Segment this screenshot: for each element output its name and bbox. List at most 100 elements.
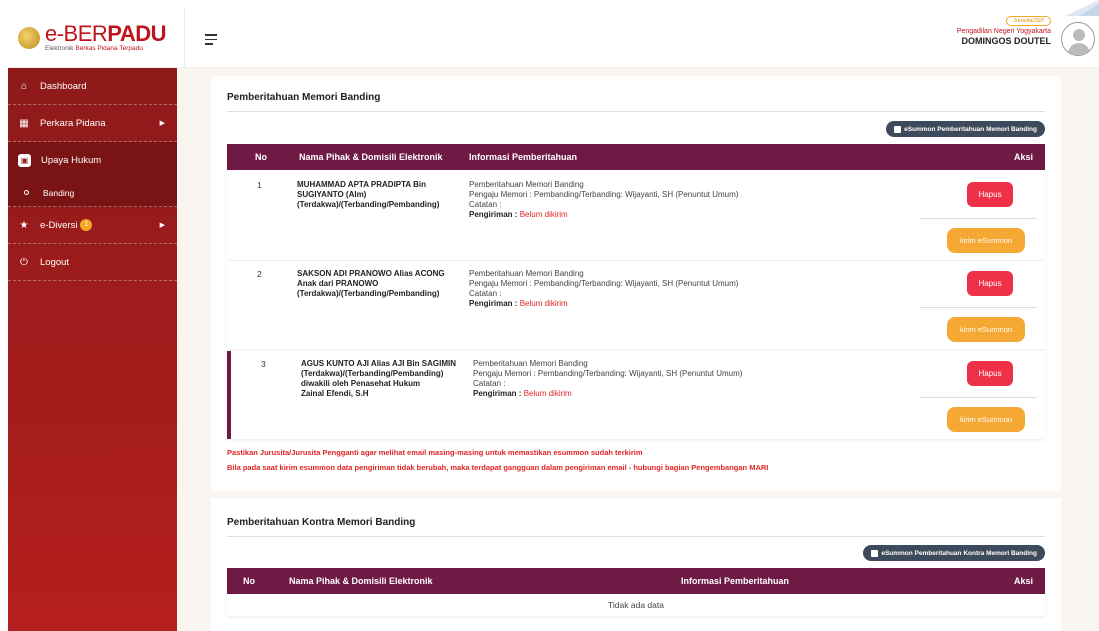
party-line: (Terdakwa)/(Terbanding/Pembanding) <box>297 200 440 209</box>
hapus-button[interactable]: Hapus <box>967 271 1013 296</box>
button-label: eSummon Pemberitahuan Kontra Memori Band… <box>881 549 1037 557</box>
role-badge: Jurusita/JSP <box>1006 16 1051 26</box>
kirim-esummon-button[interactable]: kirim eSummon <box>947 317 1025 342</box>
info-title: Pemberitahuan Memori Banding <box>469 180 584 189</box>
party-name: SAKSON ADI PRANOWO Alias ACONG Anak dari… <box>297 269 465 299</box>
party-line: Zainal Efendi, S.H <box>301 389 369 398</box>
divider <box>919 218 1037 219</box>
party-line: AGUS KUNTO AJI Alias AJI Bin SAGIMIN <box>301 359 456 368</box>
column-header: Nama Pihak & Domisili Elektronik <box>289 576 433 586</box>
info-title: Pemberitahuan Memori Banding <box>473 359 588 368</box>
section-title: Pemberitahuan Kontra Memori Banding <box>227 517 416 528</box>
divider <box>919 397 1037 398</box>
user-info[interactable]: Jurusita/JSP Pengadilan Negeri Yogyakart… <box>957 14 1051 46</box>
pengiriman-label: Pengiriman : <box>469 210 518 219</box>
court-name: Pengadilan Negeri Yogyakarta <box>956 28 1051 35</box>
info-catatan: Catatan : <box>469 289 502 298</box>
sidebar-item-label: Logout <box>40 256 70 268</box>
party-name: MUHAMMAD APTA PRADIPTA Bin SUGIYANTO (Al… <box>297 180 465 210</box>
chevron-right-icon: ▶ <box>159 222 165 229</box>
column-header: Aksi <box>1013 576 1033 586</box>
row-number: 3 <box>261 359 266 369</box>
home-icon: ⌂ <box>20 80 28 92</box>
sidebar-item-label: Banding <box>43 187 75 198</box>
button-label: eSummon Pemberitahuan Memori Banding <box>904 125 1037 133</box>
hapus-button[interactable]: Hapus <box>967 182 1013 207</box>
sidebar-item-label: Upaya Hukum <box>41 155 102 166</box>
app-name: e-BERPADU <box>45 21 167 46</box>
hapus-button[interactable]: Hapus <box>967 361 1013 386</box>
sidebar-item-banding[interactable]: Banding <box>8 179 177 207</box>
user-name: DOMINGOS DOUTEL <box>961 36 1052 46</box>
party-line: Anak dari PRANOWO <box>297 279 379 288</box>
column-header: No <box>255 152 267 162</box>
sidebar-item-label: Dashboard <box>40 80 87 92</box>
divider <box>227 111 1045 112</box>
party-line: (Terdakwa)/(Terbanding/Pembanding) <box>297 289 440 298</box>
avatar[interactable] <box>1061 22 1095 56</box>
party-line: diwakili oleh Penasehat Hukum <box>301 379 421 388</box>
party-line: (Terdakwa)/(Terbanding/Pembanding) <box>301 369 444 378</box>
star-icon: ★ <box>19 219 29 231</box>
sidebar-item-upaya-hukum[interactable]: ▣ Upaya Hukum <box>8 142 177 179</box>
sidebar-item-e-diversi[interactable]: ★ e-Diversi 1 ▶ <box>8 207 177 244</box>
pengiriman-status: Belum dikirim <box>519 299 568 308</box>
notification-info: Pemberitahuan Memori Banding Pengaju Mem… <box>473 359 913 399</box>
table-header: No Nama Pihak & Domisili Elektronik Info… <box>227 144 1045 170</box>
pengiriman-status: Belum dikirim <box>519 210 568 219</box>
section-title: Pemberitahuan Memori Banding <box>227 92 381 103</box>
table-row: 3 AGUS KUNTO AJI Alias AJI Bin SAGIMIN (… <box>227 351 1045 439</box>
column-header: Informasi Pemberitahuan <box>469 152 578 162</box>
sidebar: ⌂ Dashboard ▦ Perkara Pidana ▶ ▣ Upaya H… <box>8 68 177 631</box>
info-pengaju: Pengaju Memori : Pembanding/Terbanding: … <box>469 190 739 199</box>
row-number: 2 <box>257 269 262 279</box>
table-row: 2 SAKSON ADI PRANOWO Alias ACONG Anak da… <box>227 261 1045 349</box>
info-title: Pemberitahuan Memori Banding <box>469 269 584 278</box>
pengiriman-status: Belum dikirim <box>523 389 572 398</box>
kirim-esummon-button[interactable]: kirim eSummon <box>947 407 1025 432</box>
column-header: Aksi <box>1013 152 1033 162</box>
kontra-memori-banding-panel: Pemberitahuan Kontra Memori Banding eSum… <box>211 498 1061 631</box>
main-content: Pemberitahuan Memori Banding eSummon Pem… <box>177 68 1099 631</box>
sidebar-item-dashboard[interactable]: ⌂ Dashboard <box>8 68 177 105</box>
table-row: 1 MUHAMMAD APTA PRADIPTA Bin SUGIYANTO (… <box>227 172 1045 260</box>
mail-icon <box>871 549 879 557</box>
divider <box>919 307 1037 308</box>
notification-badge: 1 <box>80 219 93 231</box>
circle-icon <box>24 190 29 195</box>
party-line: MUHAMMAD APTA PRADIPTA Bin <box>297 180 427 189</box>
memori-banding-panel: Pemberitahuan Memori Banding eSummon Pem… <box>211 76 1061 491</box>
column-header: Informasi Pemberitahuan <box>681 576 790 586</box>
row-number: 1 <box>257 180 262 190</box>
notification-info: Pemberitahuan Memori Banding Pengaju Mem… <box>469 180 909 220</box>
warning-text: Pastikan Jurusita/Jurusita Pengganti aga… <box>227 448 643 457</box>
info-pengaju: Pengaju Memori : Pembanding/Terbanding: … <box>469 279 739 288</box>
pengiriman-label: Pengiriman : <box>473 389 522 398</box>
sidebar-item-logout[interactable]: ⏻ Logout <box>8 244 177 281</box>
column-header: No <box>243 576 255 586</box>
mail-icon <box>894 125 902 133</box>
sidebar-item-label: e-Diversi <box>40 219 78 231</box>
esummon-kontra-memori-button[interactable]: eSummon Pemberitahuan Kontra Memori Band… <box>863 545 1045 561</box>
kirim-esummon-button[interactable]: kirim eSummon <box>947 228 1025 253</box>
folder-icon: ▦ <box>19 117 29 129</box>
notification-info: Pemberitahuan Memori Banding Pengaju Mem… <box>469 269 909 309</box>
top-header: e-BERPADU Elektronik Berkas Pidana Terpa… <box>8 8 1099 68</box>
chevron-right-icon: ▶ <box>159 120 165 127</box>
party-name: AGUS KUNTO AJI Alias AJI Bin SAGIMIN (Te… <box>301 359 469 399</box>
menu-toggle-icon[interactable] <box>205 34 217 48</box>
book-icon: ▣ <box>18 154 31 167</box>
table-header: No Nama Pihak & Domisili Elektronik Info… <box>227 568 1045 594</box>
sidebar-item-perkara-pidana[interactable]: ▦ Perkara Pidana ▶ <box>8 105 177 142</box>
info-catatan: Catatan : <box>473 379 506 388</box>
esummon-memori-button[interactable]: eSummon Pemberitahuan Memori Banding <box>886 121 1045 137</box>
corner-decoration-icon <box>1065 0 1099 16</box>
logo[interactable]: e-BERPADU Elektronik Berkas Pidana Terpa… <box>8 8 185 68</box>
empty-state: Tidak ada data <box>227 594 1045 616</box>
sidebar-item-label: Perkara Pidana <box>40 117 106 129</box>
info-pengaju: Pengaju Memori : Pembanding/Terbanding: … <box>473 369 743 378</box>
app-subtitle: Elektronik Berkas Pidana Terpadu <box>45 45 143 52</box>
column-header: Nama Pihak & Domisili Elektronik <box>299 152 443 162</box>
pengiriman-label: Pengiriman : <box>469 299 518 308</box>
divider <box>227 536 1045 537</box>
